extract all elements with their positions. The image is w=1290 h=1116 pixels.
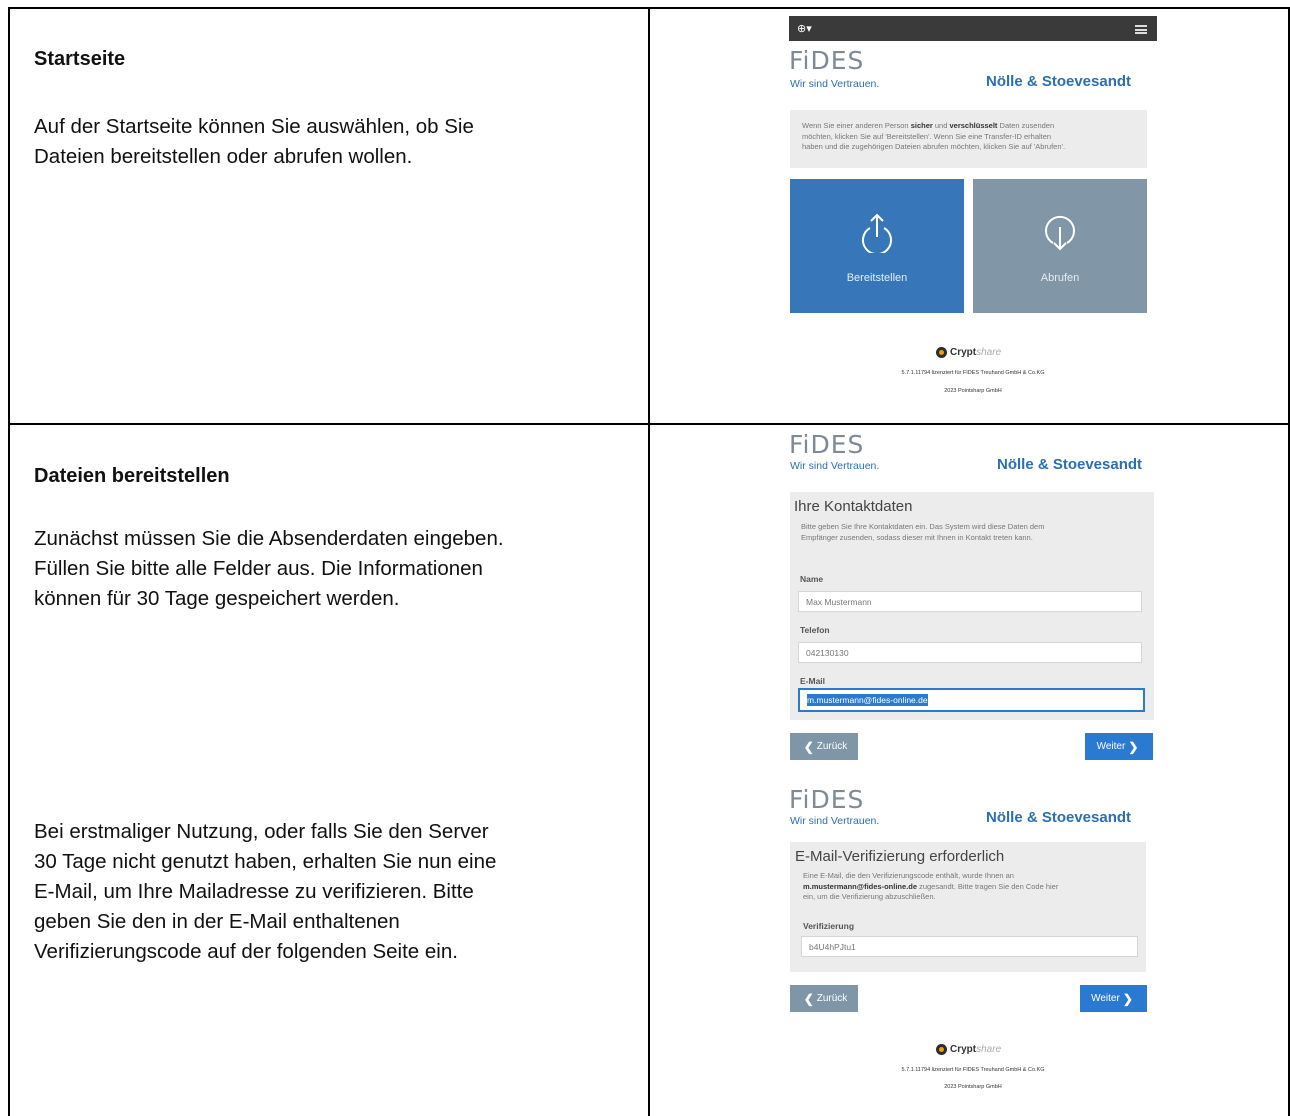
cryptshare-icon	[936, 1044, 947, 1055]
app-topbar: ⊕▾	[789, 16, 1157, 41]
partner-logo: Nölle & Stoevesandt	[986, 809, 1132, 826]
license-text: 5.7.1.11794 lizenziert für FIDES Treuhan…	[901, 370, 1045, 376]
verification-input[interactable]: b4U4hPJtu1	[801, 936, 1138, 957]
phone-label: Telefon	[800, 625, 830, 635]
cryptshare-logo: Crypt share	[936, 1044, 1001, 1055]
section-heading-bereitstellen: Dateien bereitstellen	[34, 465, 230, 487]
copyright-text: 2023 Pointsharp GmbH	[944, 388, 1002, 394]
verification-label: Verifizierung	[803, 921, 855, 931]
contact-desc: Bitte geben Sie Ihre Kontaktdaten ein. D…	[801, 522, 1045, 542]
next-button[interactable]: Weiter ❯	[1085, 733, 1153, 760]
fides-logo: FiDES	[789, 430, 865, 459]
partner-logo: Nölle & Stoevesandt	[986, 73, 1132, 90]
para-line: können für 30 Tage gespeichert werden.	[34, 587, 400, 610]
verify-panel: E-Mail-Verifizierung erforderlich Eine E…	[790, 842, 1146, 972]
para-line: Füllen Sie bitte alle Felder aus. Die In…	[34, 557, 483, 580]
download-icon	[1045, 215, 1075, 251]
globe-icon[interactable]: ⊕▾	[797, 22, 812, 35]
para-line: Bei erstmaliger Nutzung, oder falls Sie …	[34, 820, 489, 843]
table-border-mid	[648, 7, 650, 1116]
email-label: E-Mail	[800, 676, 826, 686]
cryptshare-logo: Crypt share	[936, 347, 1001, 358]
section-text-verifizierung: Bei erstmaliger Nutzung, oder falls Sie …	[34, 817, 496, 967]
screenshot-verifizierung: FiDES Wir sind Vertrauen. Nölle & Stoeve…	[789, 785, 1157, 1110]
section-text-startseite: Auf der Startseite können Sie auswählen,…	[34, 112, 474, 172]
download-label: Abrufen	[1040, 272, 1080, 284]
para-line: E-Mail, um Ihre Mailadresse zu verifizie…	[34, 880, 474, 903]
intro-text: Wenn Sie einer anderen Person sicher und…	[802, 121, 1066, 151]
back-button[interactable]: ❮ Zurück	[790, 733, 858, 760]
verify-title: E-Mail-Verifizierung erforderlich	[795, 848, 1005, 865]
copyright-text: 2023 Pointsharp GmbH	[944, 1084, 1002, 1090]
fides-logo: FiDES	[789, 785, 865, 814]
section-heading-startseite: Startseite	[34, 48, 126, 70]
phone-input[interactable]: 042130130	[798, 642, 1142, 663]
upload-label: Bereitstellen	[846, 272, 908, 284]
para-line: 30 Tage nicht genutzt haben, erhalten Si…	[34, 850, 497, 873]
email-input[interactable]: m.mustermann@fides-online.de	[798, 688, 1145, 712]
name-label: Name	[800, 574, 824, 584]
contact-title: Ihre Kontaktdaten	[794, 498, 913, 515]
screenshot-startseite: ⊕▾ FiDES Wir sind Vertrauen. Nölle & Sto…	[789, 16, 1157, 406]
table-border-left	[8, 7, 10, 1116]
upload-icon	[862, 213, 892, 253]
section-text-bereitstellen: Zunächst müssen Sie die Absenderdaten ei…	[34, 524, 504, 614]
fides-tagline: Wir sind Vertrauen.	[790, 815, 880, 827]
para-line: geben Sie den in der E-Mail enthaltenen	[34, 910, 400, 933]
next-button[interactable]: Weiter ❯	[1080, 985, 1147, 1012]
intro-panel: Wenn Sie einer anderen Person sicher und…	[790, 110, 1147, 168]
para-line: Auf der Startseite können Sie auswählen,…	[34, 115, 474, 138]
partner-logo: Nölle & Stoevesandt	[997, 456, 1143, 473]
license-text: 5.7.1.11794 lizenziert für FIDES Treuhan…	[901, 1067, 1045, 1073]
contact-panel: Ihre Kontaktdaten Bitte geben Sie Ihre K…	[790, 492, 1154, 720]
back-button[interactable]: ❮ Zurück	[790, 985, 858, 1012]
fides-tagline: Wir sind Vertrauen.	[790, 78, 880, 90]
para-line: Dateien bereitstellen oder abrufen wolle…	[34, 145, 413, 168]
fides-logo: FiDES	[789, 46, 865, 75]
name-input[interactable]: Max Mustermann	[798, 591, 1142, 612]
hamburger-icon[interactable]	[1135, 25, 1147, 34]
para-line: Verifizierungscode auf der folgenden Sei…	[34, 940, 458, 963]
screenshot-kontaktdaten: FiDES Wir sind Vertrauen. Nölle & Stoeve…	[789, 430, 1157, 765]
fides-tagline: Wir sind Vertrauen.	[790, 460, 880, 472]
cryptshare-icon	[936, 347, 947, 358]
para-line: Zunächst müssen Sie die Absenderdaten ei…	[34, 527, 504, 550]
table-row-divider	[8, 423, 1290, 425]
download-tile[interactable]: Abrufen	[973, 179, 1147, 313]
verify-desc: Eine E-Mail, die den Verifizierungscode …	[803, 871, 1059, 901]
upload-tile[interactable]: Bereitstellen	[790, 179, 964, 313]
table-border-right	[1288, 7, 1290, 1116]
